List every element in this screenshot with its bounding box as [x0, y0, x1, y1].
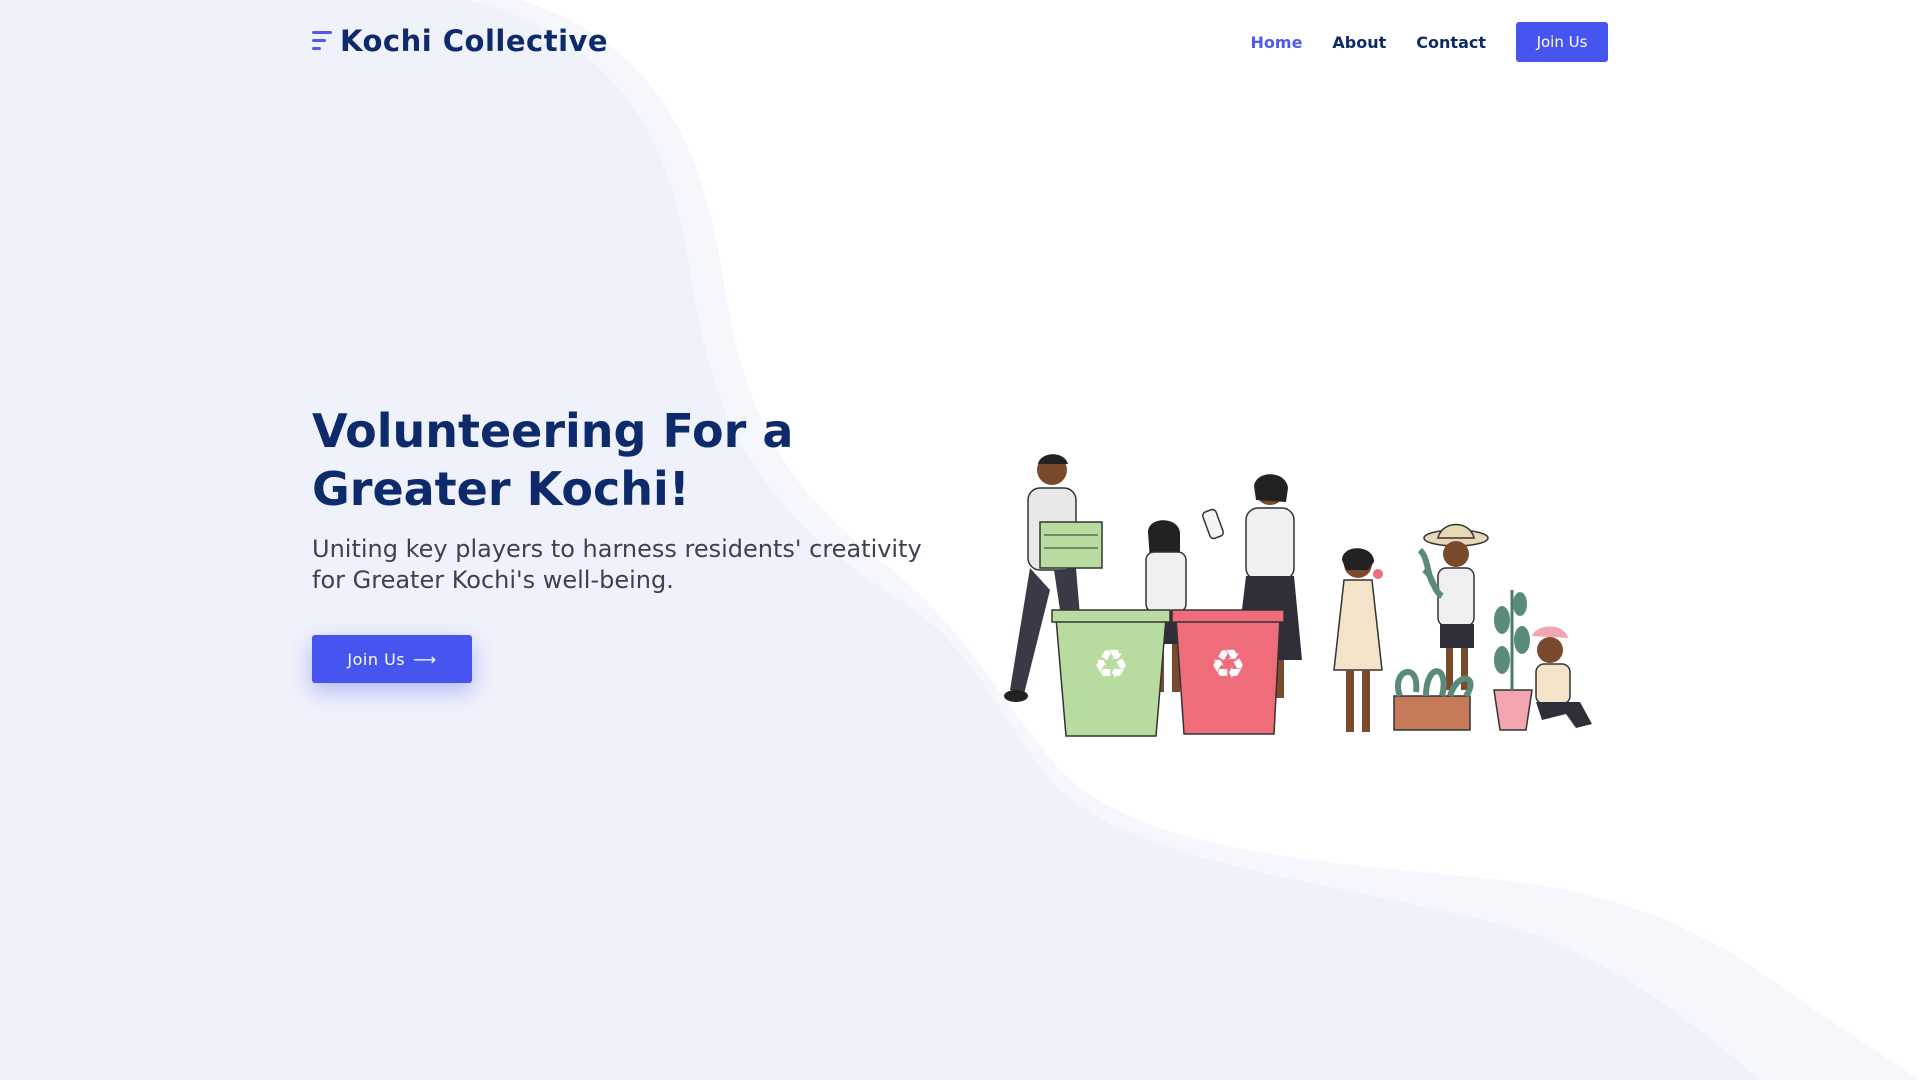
girl-with-flower-figure [1333, 548, 1383, 732]
plant-box [1393, 668, 1474, 731]
svg-text:♻: ♻ [1210, 642, 1246, 688]
brand-name: Kochi Collective [340, 24, 609, 58]
background-wave [0, 0, 1920, 1080]
red-recycle-bin: ♻ [1171, 609, 1285, 735]
main-nav: Home About Contact Join Us [1221, 22, 1608, 62]
hero-join-label: Join Us [347, 649, 406, 669]
hero-subtitle: Uniting key players to harness residents… [312, 535, 922, 594]
hero-join-button[interactable]: Join Us ⟶ [312, 635, 472, 683]
potted-plant [1493, 590, 1533, 731]
kneeling-girl-figure [1532, 626, 1592, 728]
volunteers-illustration: ♻ ♻ [1004, 454, 1592, 737]
green-recycle-bin: ♻ [1051, 609, 1171, 737]
landing-page: Kochi Collective Home About Contact Join… [0, 0, 1920, 1080]
svg-text:♻: ♻ [1093, 642, 1129, 688]
nav-home-link[interactable]: Home [1251, 33, 1303, 52]
boy-with-plant-figure [1417, 523, 1489, 690]
header-join-button[interactable]: Join Us [1516, 22, 1608, 62]
arrow-right-icon: ⟶ [413, 649, 437, 669]
hero-title: Volunteering For a Greater Kochi! [312, 404, 794, 516]
nav-about-link[interactable]: About [1332, 33, 1386, 52]
site-header: Kochi Collective Home About Contact Join… [312, 22, 1608, 62]
logo[interactable]: Kochi Collective [312, 24, 608, 58]
nav-contact-link[interactable]: Contact [1416, 33, 1486, 52]
logo-bars-icon [312, 26, 334, 56]
